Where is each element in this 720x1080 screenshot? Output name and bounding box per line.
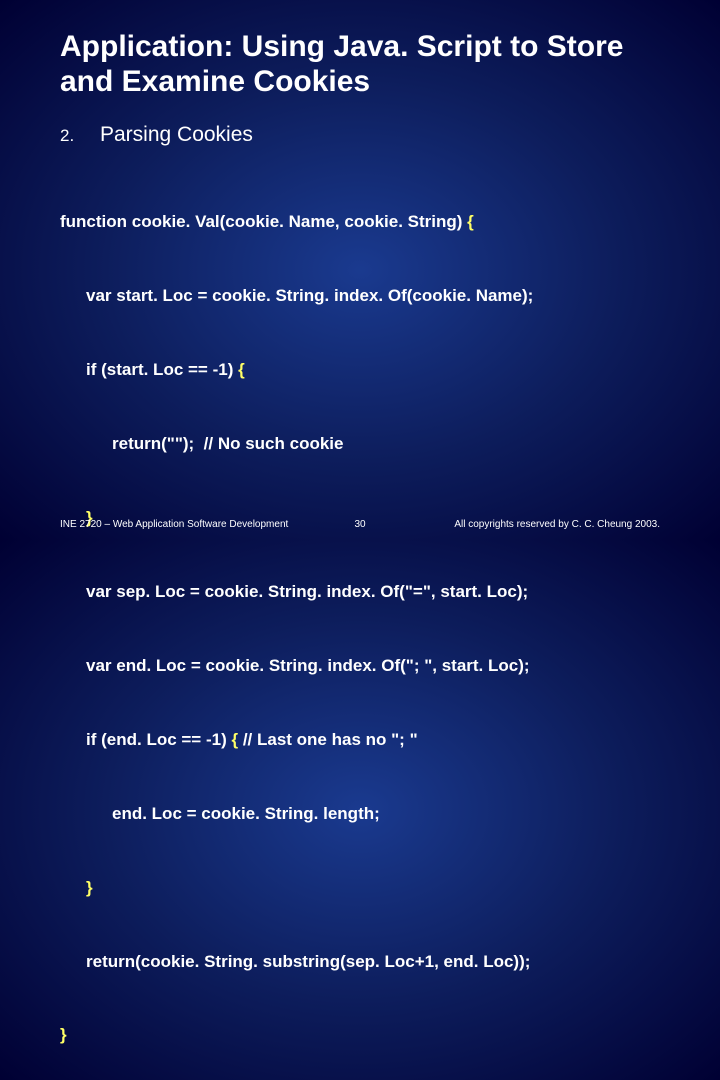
brace-open: { — [467, 212, 474, 231]
brace-open: { — [231, 730, 238, 749]
footer: INE 2720 – Web Application Software Deve… — [0, 519, 720, 530]
subtitle-row: 2. Parsing Cookies — [60, 123, 660, 147]
keyword-function: function — [60, 212, 127, 231]
code-line-6: var end. Loc = cookie. String. index. Of… — [60, 654, 660, 679]
code-line-7: if (end. Loc == -1) { // Last one has no… — [60, 728, 660, 753]
code-text: // Last one has no "; " — [238, 730, 418, 749]
code-line-8: end. Loc = cookie. String. length; — [60, 802, 660, 827]
code-line-2: if (start. Loc == -1) { — [60, 358, 660, 383]
code-text: cookie. Val(cookie. Name, cookie. String… — [127, 212, 467, 231]
footer-left: INE 2720 – Web Application Software Deve… — [60, 519, 334, 530]
footer-right: All copyrights reserved by C. C. Cheung … — [386, 519, 660, 530]
slide: Application: Using Java. Script to Store… — [0, 0, 720, 540]
subtitle-number: 2. — [60, 126, 100, 146]
code-line-3: return(""); // No such cookie — [60, 432, 660, 457]
code-line-11: } — [60, 1023, 660, 1048]
code-line-5: var sep. Loc = cookie. String. index. Of… — [60, 580, 660, 605]
footer-page-number: 30 — [334, 519, 385, 530]
slide-title: Application: Using Java. Script to Store… — [60, 30, 660, 99]
code-line-0: function cookie. Val(cookie. Name, cooki… — [60, 210, 660, 235]
subtitle-text: Parsing Cookies — [100, 123, 253, 147]
code-line-10: return(cookie. String. substring(sep. Lo… — [60, 950, 660, 975]
code-block: function cookie. Val(cookie. Name, cooki… — [60, 161, 660, 1080]
code-line-9: } — [60, 876, 660, 901]
brace-open: { — [238, 360, 245, 379]
code-text: if (end. Loc == -1) — [86, 730, 231, 749]
code-text: if (start. Loc == -1) — [86, 360, 238, 379]
code-line-1: var start. Loc = cookie. String. index. … — [60, 284, 660, 309]
